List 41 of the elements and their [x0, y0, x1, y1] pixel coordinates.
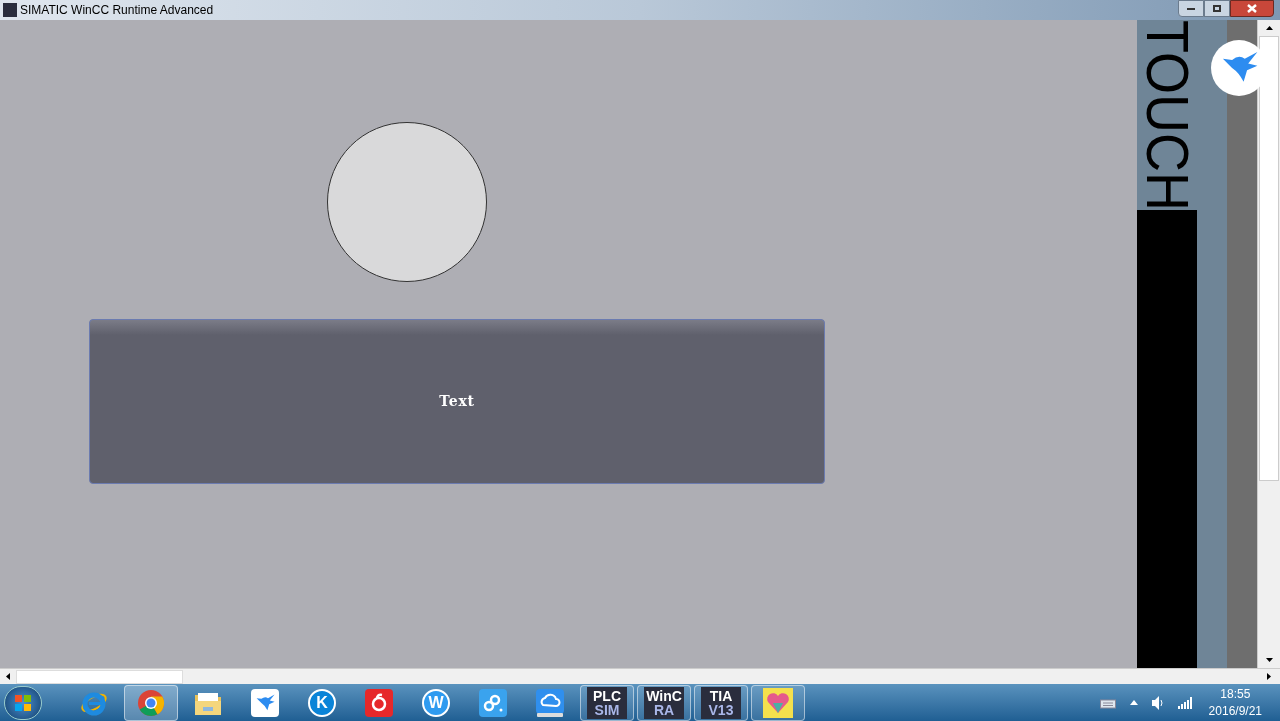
window-title: SIMATIC WinCC Runtime Advanced	[20, 2, 214, 19]
taskbar-button[interactable]: WinC RA	[637, 684, 691, 721]
close-button[interactable]	[1230, 0, 1274, 17]
signal-icon[interactable]	[1177, 696, 1192, 709]
close-icon	[1247, 4, 1257, 13]
tile-title: PLC	[593, 688, 621, 703]
cloud-link-icon	[479, 688, 507, 717]
keyboard-icon[interactable]	[1099, 696, 1116, 709]
left-arrow-icon[interactable]	[6, 673, 10, 680]
tile-subtitle: V13	[708, 702, 734, 717]
taskbar-button[interactable]: PLC SIM	[580, 684, 634, 721]
taskbar-button[interactable]	[751, 684, 805, 721]
text-button[interactable]: Text	[89, 319, 825, 484]
right-arrow-icon[interactable]	[1266, 673, 1271, 680]
taskbar-button[interactable]	[124, 684, 178, 721]
app-icon: W	[422, 688, 450, 717]
tile-subtitle: SIM	[594, 702, 620, 717]
app-icon: K	[308, 688, 336, 717]
caret-up-icon[interactable]	[1129, 700, 1138, 705]
tile-title: WinC	[646, 688, 682, 703]
clock-date: 2016/9/21	[1208, 702, 1262, 720]
music-app-icon	[365, 688, 393, 717]
restore-button[interactable]	[1204, 0, 1230, 17]
clock[interactable]: 18:55 2016/9/21	[1208, 685, 1262, 720]
tile-title: TIA	[709, 688, 733, 703]
app-icon	[3, 3, 17, 17]
tile-subtitle: RA	[653, 702, 675, 717]
scroll-thumb[interactable]	[16, 669, 183, 684]
taskbar-button[interactable]: TIA V13	[694, 684, 748, 721]
chrome-icon	[137, 688, 165, 717]
cloud-icon	[535, 687, 565, 718]
volume-icon[interactable]	[1151, 695, 1164, 710]
scroll-thumb[interactable]	[1259, 36, 1279, 481]
minimize-button[interactable]	[1178, 0, 1204, 17]
start-button[interactable]	[4, 685, 42, 720]
up-arrow-icon[interactable]	[1265, 26, 1273, 30]
taskbar-button[interactable]: K	[295, 684, 349, 721]
clock-time: 18:55	[1220, 685, 1251, 703]
windows-logo-icon	[14, 693, 32, 712]
banner-text: TOUCH	[1137, 20, 1197, 211]
down-arrow-icon[interactable]	[1265, 658, 1273, 662]
